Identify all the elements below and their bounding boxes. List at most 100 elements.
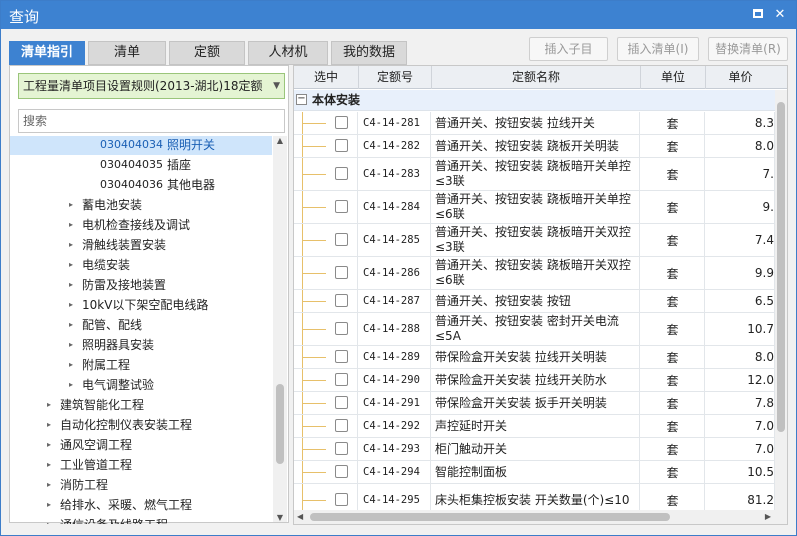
tree-item[interactable]: ▸ 工业管道工程	[10, 455, 272, 475]
header-unit[interactable]: 单位	[641, 66, 706, 89]
tree-item[interactable]: ▸ 消防工程	[10, 475, 272, 495]
replace-list-button[interactable]: 替换清单(R)	[708, 37, 788, 61]
table-row[interactable]: C4-14-282 普通开关、按钮安装 跷板开关明装套 8.0	[294, 135, 787, 158]
row-checkbox[interactable]	[335, 465, 348, 478]
grid-vertical-scrollbar[interactable]	[775, 90, 787, 510]
tree-scroll-thumb[interactable]	[276, 384, 284, 464]
quota-name: 带保险盒开关安装 扳手开关明装	[432, 392, 640, 414]
grid-hscroll-thumb[interactable]	[310, 513, 670, 521]
close-icon[interactable]: ✕	[772, 7, 788, 23]
tree-item[interactable]: 030404036 其他电器	[10, 175, 272, 195]
row-checkbox[interactable]	[335, 200, 348, 213]
tree-item[interactable]: ▸ 自动化控制仪表安装工程	[10, 415, 272, 435]
quota-name: 普通开关、按钮安装 密封开关电流≤5A	[432, 313, 640, 345]
row-checkbox[interactable]	[335, 419, 348, 432]
scroll-left-icon[interactable]: ◀	[297, 510, 303, 524]
table-row[interactable]: C4-14-289 带保险盒开关安装 拉线开关明装套 8.0	[294, 346, 787, 369]
expand-arrow-icon[interactable]: ▸	[66, 255, 76, 275]
table-row[interactable]: C4-14-293 柜门触动开关套 7.0	[294, 438, 787, 461]
tree-item[interactable]: ▸ 电气调整试验	[10, 375, 272, 395]
row-checkbox[interactable]	[335, 442, 348, 455]
collapse-icon[interactable]: −	[296, 94, 307, 105]
tree-item[interactable]: ▸ 防雷及接地装置	[10, 275, 272, 295]
maximize-icon[interactable]	[750, 7, 766, 23]
table-row[interactable]: C4-14-284 普通开关、按钮安装 跷板暗开关单控≤6联套 9.	[294, 191, 787, 224]
rule-select[interactable]: 工程量清单项目设置规则(2013-湖北)18定额 ▼	[18, 73, 285, 99]
tree-item[interactable]: ▸ 建筑智能化工程	[10, 395, 272, 415]
expand-arrow-icon[interactable]: ▸	[66, 335, 76, 355]
expand-arrow-icon[interactable]: ▸	[66, 215, 76, 235]
row-checkbox[interactable]	[335, 167, 348, 180]
table-row[interactable]: C4-14-283 普通开关、按钮安装 跷板暗开关单控≤3联套 7.	[294, 158, 787, 191]
row-checkbox[interactable]	[335, 294, 348, 307]
quota-price: 12.0	[706, 369, 775, 391]
tree-item[interactable]: ▸ 附属工程	[10, 355, 272, 375]
tree-item[interactable]: ▸ 蓄电池安装	[10, 195, 272, 215]
tree-item[interactable]: ▸ 电机检查接线及调试	[10, 215, 272, 235]
row-checkbox[interactable]	[335, 233, 348, 246]
tree-item[interactable]: ▸ 通风空调工程	[10, 435, 272, 455]
tree-item[interactable]: 030404034 照明开关	[10, 136, 272, 155]
expand-arrow-icon[interactable]: ▸	[66, 355, 76, 375]
row-checkbox[interactable]	[335, 322, 348, 335]
group-row[interactable]: − 本体安装	[294, 90, 787, 111]
expand-arrow-icon[interactable]: ▸	[66, 195, 76, 215]
table-row[interactable]: C4-14-288 普通开关、按钮安装 密封开关电流≤5A 套 10.7	[294, 313, 787, 346]
expand-arrow-icon[interactable]: ▸	[66, 235, 76, 255]
row-checkbox[interactable]	[335, 373, 348, 386]
expand-arrow-icon[interactable]: ▸	[44, 475, 54, 495]
tab-labor-material-machine[interactable]: 人材机	[248, 41, 328, 65]
insert-child-button[interactable]: 插入子目	[529, 37, 608, 61]
tab-quota[interactable]: 定额	[169, 41, 245, 65]
expand-arrow-icon[interactable]: ▸	[44, 455, 54, 475]
row-checkbox[interactable]	[335, 266, 348, 279]
row-checkbox[interactable]	[335, 139, 348, 152]
expand-arrow-icon[interactable]: ▸	[66, 295, 76, 315]
grid-vscroll-thumb[interactable]	[777, 102, 785, 432]
expand-arrow-icon[interactable]: ▸	[66, 315, 76, 335]
tree-item[interactable]: ▸ 配管、配线	[10, 315, 272, 335]
table-row[interactable]: C4-14-292 声控延时开关套 7.0	[294, 415, 787, 438]
tree-item[interactable]: ▸ 给排水、采暖、燃气工程	[10, 495, 272, 515]
expand-arrow-icon[interactable]: ▸	[44, 415, 54, 435]
table-row[interactable]: C4-14-294 智能控制面板套 10.5	[294, 461, 787, 484]
tab-list-guide[interactable]: 清单指引	[9, 41, 85, 65]
tree-item-label: 电机检查接线及调试	[82, 218, 191, 232]
scroll-down-icon[interactable]: ▼	[273, 513, 287, 522]
expand-arrow-icon[interactable]: ▸	[44, 495, 54, 515]
row-checkbox[interactable]	[335, 116, 348, 129]
expand-arrow-icon[interactable]: ▸	[44, 435, 54, 455]
header-name[interactable]: 定额名称	[432, 66, 641, 89]
grid-horizontal-scrollbar[interactable]: ◀ ▶	[294, 510, 787, 524]
scroll-up-icon[interactable]: ▲	[273, 136, 287, 145]
tab-my-data[interactable]: 我的数据	[331, 41, 407, 65]
insert-list-button[interactable]: 插入清单(I)	[617, 37, 699, 61]
row-checkbox[interactable]	[335, 350, 348, 363]
tree-scrollbar[interactable]: ▲ ▼	[273, 136, 287, 522]
expand-arrow-icon[interactable]: ▸	[44, 515, 54, 524]
tree-item[interactable]: 030404035 插座	[10, 155, 272, 175]
table-row[interactable]: C4-14-287 普通开关、按钮安装 按钮套 6.5	[294, 290, 787, 313]
tree-item[interactable]: ▸ 滑触线装置安装	[10, 235, 272, 255]
row-checkbox[interactable]	[335, 493, 348, 506]
tab-list[interactable]: 清单	[88, 41, 166, 65]
tree-item-label: 照明器具安装	[82, 338, 155, 352]
table-row[interactable]: C4-14-281 普通开关、按钮安装 拉线开关套 8.3	[294, 112, 787, 135]
expand-arrow-icon[interactable]: ▸	[44, 395, 54, 415]
search-input[interactable]	[18, 109, 285, 133]
header-select[interactable]: 选中	[294, 66, 359, 89]
tree-item[interactable]: ▸ 照明器具安装	[10, 335, 272, 355]
table-row[interactable]: C4-14-290 带保险盒开关安装 拉线开关防水套 12.0	[294, 369, 787, 392]
expand-arrow-icon[interactable]: ▸	[66, 275, 76, 295]
header-code[interactable]: 定额号	[359, 66, 432, 89]
scroll-right-icon[interactable]: ▶	[765, 510, 771, 524]
table-row[interactable]: C4-14-285 普通开关、按钮安装 跷板暗开关双控≤3联套 7.4	[294, 224, 787, 257]
tree-item[interactable]: ▸ 通信设备及线路工程	[10, 515, 272, 524]
expand-arrow-icon[interactable]: ▸	[66, 375, 76, 395]
header-price[interactable]: 单价	[706, 66, 775, 89]
table-row[interactable]: C4-14-286 普通开关、按钮安装 跷板暗开关双控≤6联套 9.9	[294, 257, 787, 290]
row-checkbox[interactable]	[335, 396, 348, 409]
table-row[interactable]: C4-14-291 带保险盒开关安装 扳手开关明装套 7.8	[294, 392, 787, 415]
tree-item[interactable]: ▸ 10kV以下架空配电线路	[10, 295, 272, 315]
tree-item[interactable]: ▸ 电缆安装	[10, 255, 272, 275]
